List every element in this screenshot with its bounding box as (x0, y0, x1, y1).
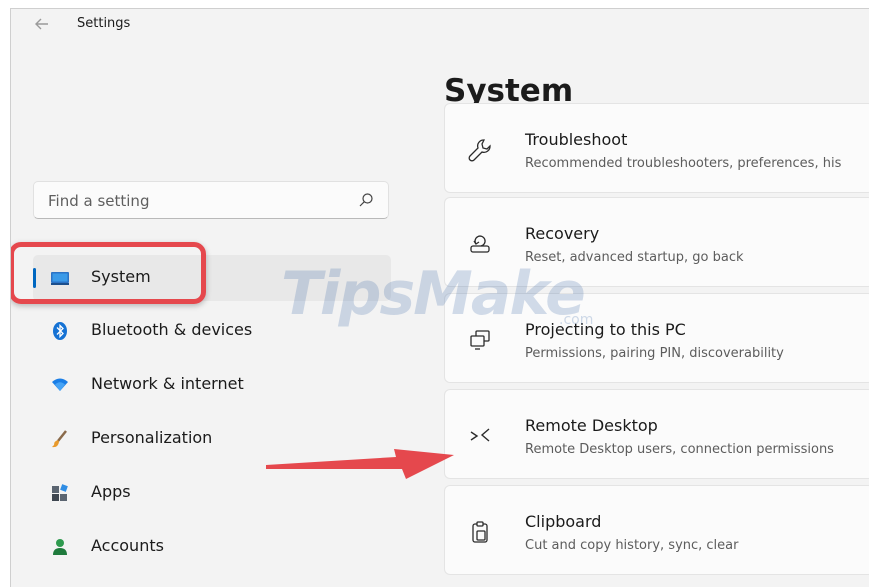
recovery-icon (470, 235, 490, 253)
setting-description: Cut and copy history, sync, clear (525, 538, 739, 553)
setting-title: Recovery (525, 224, 600, 243)
settings-card-clipboard[interactable]: Clipboard Cut and copy history, sync, cl… (444, 485, 869, 575)
settings-card-troubleshoot[interactable]: Troubleshoot Recommended troubleshooters… (444, 103, 869, 193)
bluetooth-icon (53, 322, 67, 340)
wrench-icon (468, 139, 491, 162)
sidebar-item-label: Apps (91, 482, 131, 501)
settings-card-remote-desktop[interactable]: Remote Desktop Remote Desktop users, con… (444, 389, 869, 479)
sidebar-item-accounts[interactable]: Accounts (33, 524, 391, 570)
setting-description: Permissions, pairing PIN, discoverabilit… (525, 346, 784, 361)
remote-desktop-icon (470, 428, 490, 442)
app-title: Settings (77, 16, 131, 31)
wifi-icon (52, 378, 68, 391)
sidebar-item-network[interactable]: Network & internet (33, 362, 391, 408)
setting-description: Remote Desktop users, connection permiss… (525, 442, 834, 457)
clipboard-icon (472, 521, 488, 543)
setting-title: Troubleshoot (525, 130, 628, 149)
person-icon (53, 539, 67, 555)
projecting-icon (470, 330, 490, 350)
watermark-suffix: .com (559, 312, 594, 328)
search-icon[interactable] (358, 192, 374, 208)
search-box[interactable] (33, 181, 389, 220)
annotation-arrow (266, 449, 454, 479)
watermark: TipsMake (281, 259, 586, 329)
highlight-box (11, 242, 206, 304)
back-arrow-icon[interactable] (33, 15, 51, 33)
sidebar-item-label: Network & internet (91, 374, 244, 393)
sidebar-item-label: Personalization (91, 428, 213, 447)
apps-icon (52, 484, 68, 501)
sidebar-item-label: Bluetooth & devices (91, 320, 253, 339)
paintbrush-icon (52, 430, 67, 448)
search-input[interactable] (46, 182, 350, 220)
settings-window: Settings System System Bluetooth & devic… (10, 8, 869, 587)
setting-title: Remote Desktop (525, 416, 658, 435)
setting-title: Clipboard (525, 512, 602, 531)
sidebar-item-label: Accounts (91, 536, 164, 555)
setting-description: Recommended troubleshooters, preferences… (525, 156, 842, 171)
